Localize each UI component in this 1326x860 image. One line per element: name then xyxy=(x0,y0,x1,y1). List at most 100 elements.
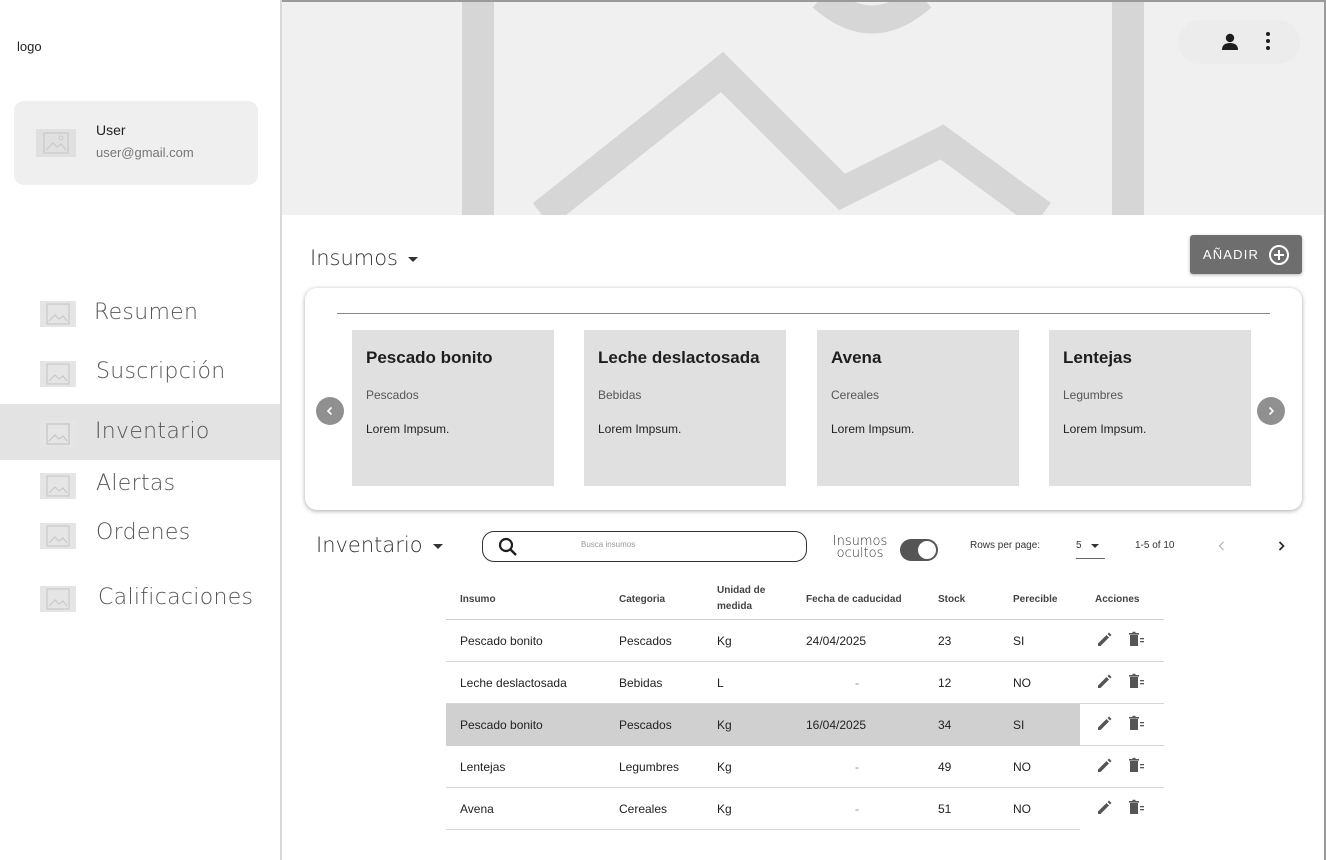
column-header: Acciones xyxy=(1095,594,1140,605)
cell-insumo: Avena xyxy=(460,802,494,816)
cell-perecible: NO xyxy=(1013,760,1031,774)
image-placeholder-icon xyxy=(462,2,1144,215)
image-placeholder-icon xyxy=(40,523,76,549)
insumos-title[interactable]: Insumos xyxy=(310,246,418,270)
chevron-right-icon[interactable] xyxy=(1274,538,1288,554)
cell-categoria: Pescados xyxy=(619,718,672,732)
table-row[interactable]: Lentejas Legumbres Kg - 49 NO xyxy=(446,746,1164,788)
cell-fecha: - xyxy=(855,802,859,816)
edit-icon[interactable] xyxy=(1094,798,1114,818)
carousel-divider xyxy=(337,313,1270,314)
toggle-knob xyxy=(917,540,937,560)
chevron-left-icon xyxy=(326,406,333,416)
carousel-next-button[interactable] xyxy=(1257,397,1285,425)
edit-icon[interactable] xyxy=(1094,756,1114,776)
chevron-right-icon xyxy=(1268,406,1275,416)
header-actions xyxy=(1178,20,1300,64)
cell-stock: 12 xyxy=(938,676,952,690)
header-banner-image xyxy=(282,2,1324,215)
cell-stock: 34 xyxy=(938,718,952,732)
user-icon[interactable] xyxy=(1220,32,1240,52)
cell-unidad: Kg xyxy=(717,718,732,732)
insumo-card[interactable]: Pescado bonito Pescados Lorem Impsum. xyxy=(352,330,554,486)
rows-per-page-value: 5 xyxy=(1076,540,1082,551)
search-input[interactable] xyxy=(581,540,781,549)
table-row[interactable]: Leche deslactosada Bebidas L - 12 NO xyxy=(446,662,1164,704)
edit-icon[interactable] xyxy=(1094,630,1114,650)
cell-fecha: - xyxy=(855,760,859,774)
sidebar-item-ordenes[interactable]: Ordenes xyxy=(0,508,280,564)
sidebar-item-label: Inventario xyxy=(95,419,210,444)
cell-insumo: Pescado bonito xyxy=(460,634,543,648)
sidebar-item-suscripcion[interactable]: Suscripción xyxy=(0,345,280,401)
insumo-card[interactable]: Avena Cereales Lorem Impsum. xyxy=(817,330,1019,486)
edit-icon[interactable] xyxy=(1094,714,1114,734)
column-header[interactable]: Stock xyxy=(938,594,965,605)
column-header[interactable]: Perecible xyxy=(1013,594,1057,605)
rows-per-page-label: Rows per page: xyxy=(970,540,1041,551)
add-button[interactable]: AÑADIR xyxy=(1190,235,1302,274)
sidebar-item-label: Suscripción xyxy=(96,359,226,384)
search-box[interactable] xyxy=(482,531,807,562)
delete-list-icon[interactable] xyxy=(1127,714,1147,734)
inventory-table: Insumo Categoria Unidad de medida Fecha … xyxy=(446,578,1164,830)
user-card[interactable]: User user@gmail.com xyxy=(14,101,258,185)
column-header[interactable]: Unidad de medida xyxy=(717,583,777,615)
carousel-prev-button[interactable] xyxy=(316,397,344,425)
card-category: Bebidas xyxy=(598,388,642,402)
hidden-items-toggle[interactable] xyxy=(900,539,938,561)
sidebar-item-label: Ordenes xyxy=(96,520,191,545)
cell-perecible: SI xyxy=(1013,634,1025,648)
cell-perecible: SI xyxy=(1013,718,1025,732)
edit-icon[interactable] xyxy=(1094,672,1114,692)
sidebar-item-calificaciones[interactable]: Calificaciones xyxy=(0,572,280,628)
sidebar-item-resumen[interactable]: Resumen xyxy=(0,285,280,341)
cell-categoria: Pescados xyxy=(619,634,672,648)
insumos-carousel: Pescado bonito Pescados Lorem Impsum. Le… xyxy=(305,288,1302,510)
more-vert-icon[interactable] xyxy=(1262,30,1274,52)
card-title: Pescado bonito xyxy=(366,348,493,367)
table-row[interactable]: Avena Cereales Kg - 51 NO xyxy=(446,788,1164,830)
image-placeholder-icon xyxy=(40,301,76,327)
cell-fecha: 24/04/2025 xyxy=(806,634,867,648)
dropdown-arrow-icon xyxy=(1091,544,1099,548)
cell-stock: 49 xyxy=(938,760,952,774)
card-title: Lentejas xyxy=(1063,348,1132,367)
cell-unidad: Kg xyxy=(717,802,732,816)
pagination-range: 1-5 of 10 xyxy=(1135,540,1175,551)
cell-unidad: L xyxy=(717,676,724,690)
card-category: Cereales xyxy=(831,388,880,402)
cell-stock: 51 xyxy=(938,802,952,816)
table-row[interactable]: Pescado bonito Pescados Kg 24/04/2025 23… xyxy=(446,620,1164,662)
inventario-title-text: Inventario xyxy=(316,533,423,557)
sidebar-item-alertas[interactable]: Alertas xyxy=(0,458,280,514)
cell-unidad: Kg xyxy=(717,634,732,648)
card-category: Pescados xyxy=(366,388,419,402)
cell-insumo: Leche deslactosada xyxy=(460,676,567,690)
card-category: Legumbres xyxy=(1063,388,1124,402)
column-header[interactable]: Insumo xyxy=(460,594,496,605)
inventario-title[interactable]: Inventario xyxy=(316,533,443,557)
caret-down-icon xyxy=(408,256,418,262)
toggle-label-line-2: ocultos xyxy=(836,546,884,561)
insumos-title-text: Insumos xyxy=(310,246,398,270)
delete-list-icon[interactable] xyxy=(1127,672,1147,692)
caret-down-icon xyxy=(432,543,443,549)
cell-perecible: NO xyxy=(1013,802,1031,816)
insumo-card[interactable]: Leche deslactosada Bebidas Lorem Impsum. xyxy=(584,330,786,486)
cell-categoria: Legumbres xyxy=(619,760,680,774)
delete-list-icon[interactable] xyxy=(1127,630,1147,650)
insumo-card[interactable]: Lentejas Legumbres Lorem Impsum. xyxy=(1049,330,1251,486)
cell-perecible: NO xyxy=(1013,676,1031,690)
column-header[interactable]: Fecha de caducidad xyxy=(806,594,902,605)
sidebar-item-inventario[interactable]: Inventario xyxy=(0,404,280,460)
image-placeholder-icon xyxy=(40,421,76,447)
sidebar-item-label: Alertas xyxy=(96,471,176,496)
rows-per-page-select[interactable]: 5 xyxy=(1076,539,1105,559)
search-icon xyxy=(498,537,517,556)
chevron-left-icon[interactable] xyxy=(1215,538,1229,554)
delete-list-icon[interactable] xyxy=(1127,756,1147,776)
column-header[interactable]: Categoria xyxy=(619,594,665,605)
table-row[interactable]: Pescado bonito Pescados Kg 16/04/2025 34… xyxy=(446,704,1164,746)
delete-list-icon[interactable] xyxy=(1127,798,1147,818)
